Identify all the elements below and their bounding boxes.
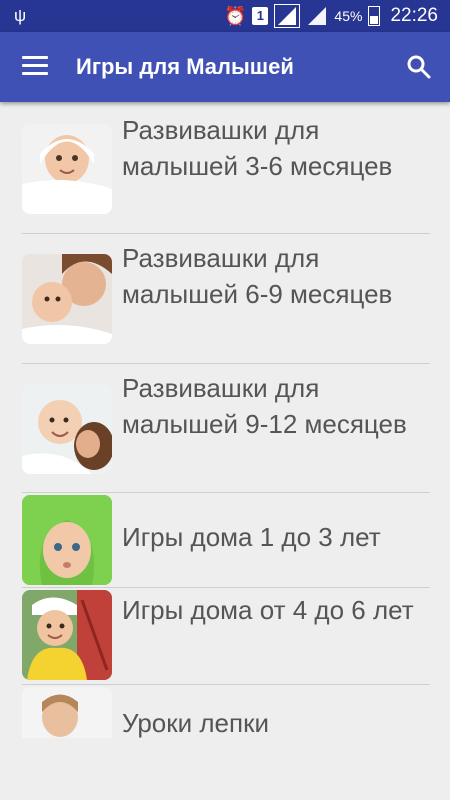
list-item[interactable]: Развивашки для малышей 6-9 месяцев [0,234,450,363]
app-bar: Игры для Малышей [0,32,450,102]
baby-photo-thumbnail [22,254,112,344]
list-item[interactable]: Игры дома 1 до 3 лет [0,493,450,587]
usb-icon: ψ [14,6,27,25]
list-item[interactable]: Игры дома от 4 до 6 лет [0,588,450,684]
list-item-label: Развивашки для малышей 9-12 месяцев [122,373,407,439]
sim-slot-badge: 1 [252,7,269,25]
page-title: Игры для Малышей [76,54,294,79]
list-item-label: Развивашки для малышей 6-9 месяцев [122,243,393,309]
games-list: Развивашки для малышей 3-6 месяцев Разви… [0,102,450,738]
list-item-label: Уроки лепки [122,708,269,738]
status-bar: ψ ⏰ 1 45% 22:26 [0,0,450,32]
list-item-label: Игры дома от 4 до 6 лет [122,595,414,625]
clock: 22:26 [390,5,438,26]
list-item[interactable]: Уроки лепки [0,685,450,738]
search-icon[interactable] [406,54,432,80]
battery-percent: 45% [334,8,363,24]
status-icons: ⏰ 1 45% 22:26 [224,0,438,32]
list-item[interactable]: Развивашки для малышей 3-6 месяцев [0,102,450,233]
baby-photo-thumbnail [22,495,112,585]
list-item[interactable]: Развивашки для малышей 9-12 месяцев [0,364,450,493]
child-photo-thumbnail [22,590,112,680]
signal-icon-sim2 [308,7,327,25]
baby-photo-thumbnail [22,384,112,474]
alarm-icon: ⏰ [224,5,247,26]
signal-icon-sim1 [274,4,301,28]
child-photo-thumbnail [22,687,112,738]
list-item-label: Развивашки для малышей 3-6 месяцев [122,115,393,181]
menu-icon[interactable] [22,56,48,78]
baby-photo-thumbnail [22,124,112,214]
list-item-label: Игры дома 1 до 3 лет [122,522,381,552]
battery-icon [368,6,381,26]
